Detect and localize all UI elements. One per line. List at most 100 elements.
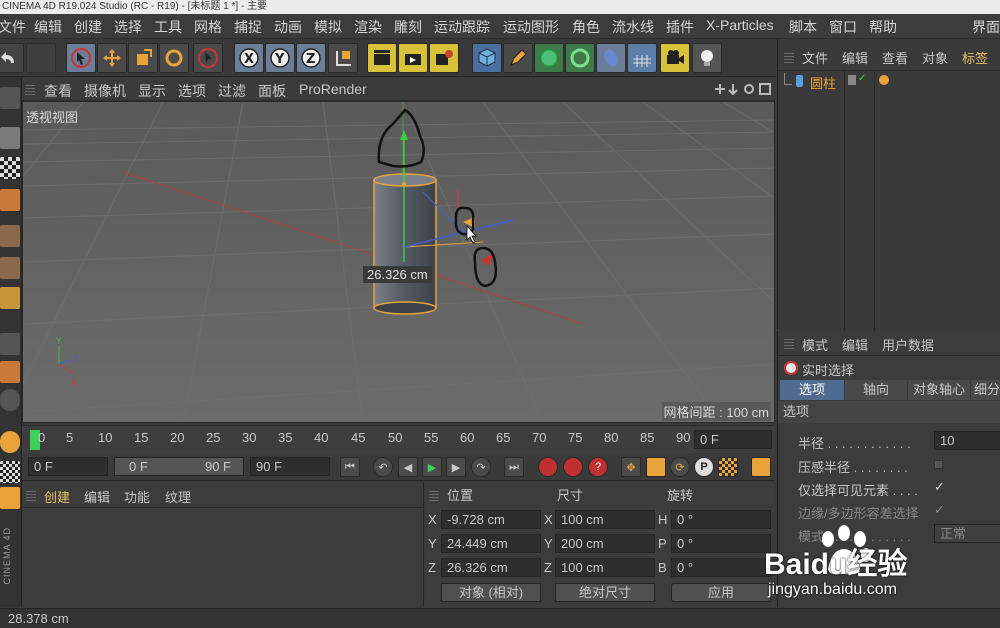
- attr-menu-edit[interactable]: 编辑: [842, 335, 868, 354]
- menu-tools[interactable]: 工具: [154, 17, 182, 37]
- tolerance-select-checkbox[interactable]: ✓: [934, 502, 945, 518]
- floor-icon[interactable]: [627, 43, 657, 73]
- coordinate-system-icon[interactable]: [328, 43, 358, 73]
- next-frame-icon[interactable]: ▶: [446, 457, 466, 477]
- radius-field[interactable]: 10: [934, 431, 1000, 450]
- subdivision-icon[interactable]: [534, 43, 564, 73]
- cloner-icon[interactable]: [565, 43, 595, 73]
- viewport-menu-prorender[interactable]: ProRender: [299, 81, 367, 97]
- deformer-icon[interactable]: [596, 43, 626, 73]
- viewport-nav-icons[interactable]: [714, 83, 772, 95]
- grid-icon[interactable]: [0, 461, 20, 483]
- end-frame-field[interactable]: 90 F: [250, 457, 330, 476]
- light-icon[interactable]: [692, 43, 722, 73]
- polygon-mode-icon[interactable]: [0, 87, 20, 109]
- redo-icon[interactable]: [26, 43, 56, 73]
- material-menu-texture[interactable]: 纹理: [165, 487, 191, 506]
- coord-mode-select[interactable]: 对象 (相对): [441, 583, 541, 602]
- key-position-icon[interactable]: ✥: [621, 457, 641, 477]
- menu-select[interactable]: 选择: [114, 17, 142, 37]
- menu-mesh[interactable]: 网格: [194, 17, 222, 37]
- perspective-viewport[interactable]: Y X Z 透视视图 26.326 cm 网格间距 : 100 cm: [22, 101, 775, 423]
- position-x-field[interactable]: -9.728 cm: [441, 510, 541, 529]
- coord-size-mode-select[interactable]: 绝对尺寸: [555, 583, 655, 602]
- scale-icon[interactable]: [128, 43, 158, 73]
- menu-script[interactable]: 脚本: [789, 17, 817, 37]
- undo-icon[interactable]: [0, 43, 24, 73]
- select-icon[interactable]: [193, 43, 223, 73]
- previous-key-icon[interactable]: ↶: [373, 457, 393, 477]
- viewport-menu-camera[interactable]: 摄像机: [84, 81, 126, 101]
- position-z-field[interactable]: 26.326 cm: [441, 558, 541, 577]
- layer-icon[interactable]: [848, 75, 856, 85]
- object-menu-file[interactable]: 文件: [802, 48, 828, 67]
- rotation-p-field[interactable]: 0 °: [671, 534, 771, 553]
- tab-options[interactable]: 选项: [780, 380, 844, 400]
- current-frame-field[interactable]: 0 F: [694, 430, 772, 449]
- key-scale-icon[interactable]: [646, 457, 666, 477]
- phong-tag-icon[interactable]: [879, 75, 889, 85]
- menu-sculpt[interactable]: 雕刻: [394, 17, 422, 37]
- menu-edit[interactable]: 编辑: [34, 17, 62, 37]
- menu-motion-tracker[interactable]: 运动跟踪: [434, 17, 490, 37]
- viewport-menu-options[interactable]: 选项: [178, 81, 206, 101]
- auto-keyframe-icon[interactable]: [563, 457, 583, 477]
- attr-menu-userdata[interactable]: 用户数据: [882, 335, 934, 354]
- workplane-icon[interactable]: [0, 189, 20, 211]
- object-menu-view[interactable]: 查看: [882, 48, 908, 67]
- z-axis-icon[interactable]: Z: [296, 43, 326, 73]
- frame-range-slider[interactable]: 0 F 90 F: [114, 457, 244, 476]
- start-frame-field[interactable]: 0 F: [28, 457, 108, 476]
- viewport-menu-view[interactable]: 查看: [44, 81, 72, 101]
- play-icon[interactable]: ▶: [422, 457, 442, 477]
- pressure-radius-checkbox[interactable]: [934, 460, 943, 469]
- key-parameter-icon[interactable]: P: [694, 457, 714, 477]
- previous-frame-icon[interactable]: ◀: [398, 457, 418, 477]
- size-y-field[interactable]: 200 cm: [555, 534, 655, 553]
- x-axis-icon[interactable]: X: [234, 43, 264, 73]
- edges-mode-icon[interactable]: [0, 257, 20, 279]
- position-y-field[interactable]: 24.449 cm: [441, 534, 541, 553]
- solo-icon[interactable]: [0, 487, 20, 509]
- object-menu-edit[interactable]: 编辑: [842, 48, 868, 67]
- menu-create[interactable]: 创建: [74, 17, 102, 37]
- menu-render[interactable]: 渲染: [354, 17, 382, 37]
- menu-character[interactable]: 角色: [572, 17, 600, 37]
- menu-help[interactable]: 帮助: [869, 17, 897, 37]
- record-keyframe-icon[interactable]: [538, 457, 558, 477]
- menu-snap[interactable]: 捕捉: [234, 17, 262, 37]
- pen-icon[interactable]: [503, 43, 533, 73]
- rotation-b-field[interactable]: 0 °: [671, 558, 771, 577]
- rotation-h-field[interactable]: 0 °: [671, 510, 771, 529]
- go-to-start-icon[interactable]: ⏮: [340, 457, 360, 477]
- object-row-cylinder[interactable]: 圆柱 ✓: [778, 71, 1000, 361]
- next-key-icon[interactable]: ↷: [471, 457, 491, 477]
- tab-object-axis[interactable]: 对象轴心: [908, 380, 970, 400]
- size-z-field[interactable]: 100 cm: [555, 558, 655, 577]
- points-mode-icon[interactable]: [0, 225, 20, 247]
- key-rotation-icon[interactable]: ⟳: [670, 457, 690, 477]
- render-settings-icon[interactable]: [429, 43, 459, 73]
- visible-only-checkbox[interactable]: ✓: [934, 479, 945, 495]
- tab-subdivision[interactable]: 细分: [971, 380, 1000, 400]
- material-menu-function[interactable]: 功能: [124, 487, 150, 506]
- move-icon[interactable]: [97, 43, 127, 73]
- attr-menu-mode[interactable]: 模式: [802, 335, 828, 354]
- material-menu-edit[interactable]: 编辑: [84, 487, 110, 506]
- enable-axis-icon[interactable]: [0, 333, 20, 355]
- model-mode-icon[interactable]: [0, 127, 20, 149]
- tab-axis[interactable]: 轴向: [845, 380, 907, 400]
- menu-layout[interactable]: 界面: [972, 17, 1000, 37]
- texture-mode-icon[interactable]: [0, 157, 20, 179]
- apply-button[interactable]: 应用: [671, 583, 771, 602]
- viewport-menu-filter[interactable]: 过滤: [218, 81, 246, 101]
- timeline-ruler[interactable]: 0 5 10 15 20 25 30 35 40 45 50 55 60 65 …: [22, 425, 775, 453]
- keyframe-selection-icon[interactable]: ?: [588, 457, 608, 477]
- live-select-icon[interactable]: [66, 43, 96, 73]
- viewport-menu-display[interactable]: 显示: [138, 81, 166, 101]
- key-pla-icon[interactable]: [718, 457, 738, 477]
- menu-file[interactable]: 文件: [0, 17, 26, 37]
- size-x-field[interactable]: 100 cm: [555, 510, 655, 529]
- timeline-window-icon[interactable]: [751, 457, 771, 477]
- menu-mograph[interactable]: 运动图形: [503, 17, 559, 37]
